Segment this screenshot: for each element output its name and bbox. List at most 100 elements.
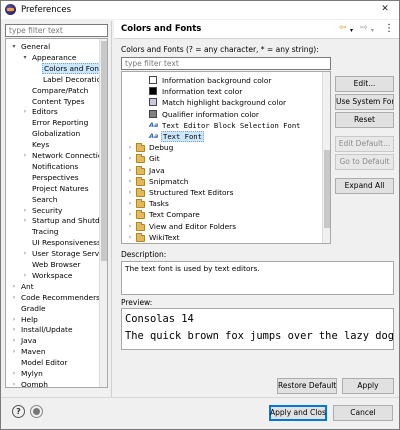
apply-and-close-button[interactable]: Apply and Close — [269, 405, 327, 421]
collapsed-chevron-icon[interactable]: › — [10, 335, 18, 346]
nav-item[interactable]: Perspectives — [6, 172, 101, 183]
collapsed-chevron-icon[interactable]: › — [10, 368, 18, 379]
collapsed-chevron-icon[interactable]: › — [21, 205, 29, 216]
nav-item[interactable]: › Startup and Shutdo — [6, 215, 104, 226]
setting-item[interactable]: Match highlight background color — [122, 97, 322, 108]
collapsed-chevron-icon[interactable]: › — [21, 248, 29, 259]
edit-default-button[interactable]: Edit Default... — [335, 136, 394, 152]
collapsed-chevron-icon[interactable]: › — [126, 176, 134, 187]
category-item[interactable]: › Java — [122, 165, 322, 176]
nav-scrollbar[interactable] — [99, 39, 107, 387]
category-item[interactable]: › Text Compare — [122, 209, 322, 220]
nav-item[interactable]: Notifications — [6, 161, 101, 172]
nav-filter-input[interactable] — [5, 24, 108, 37]
expand-all-button[interactable]: Expand All — [335, 178, 394, 194]
nav-item[interactable]: ▾ General — [6, 41, 101, 52]
category-item[interactable]: › Tasks — [122, 198, 322, 209]
setting-item[interactable]: Aa Text Font — [122, 131, 322, 142]
back-dropdown-icon[interactable]: ▾ — [350, 25, 353, 36]
collapsed-chevron-icon[interactable]: › — [126, 153, 134, 164]
nav-item[interactable]: Gradle — [6, 303, 101, 314]
category-item[interactable]: › View and Editor Folders — [122, 221, 322, 232]
nav-item[interactable]: Error Reporting — [6, 117, 101, 128]
category-item[interactable]: › Structured Text Editors — [122, 187, 322, 198]
collapsed-chevron-icon[interactable]: › — [10, 324, 18, 335]
collapsed-chevron-icon[interactable]: › — [10, 281, 18, 292]
edit-button[interactable]: Edit... — [335, 76, 394, 92]
collapsed-chevron-icon[interactable]: › — [21, 270, 29, 281]
collapsed-chevron-icon[interactable]: › — [10, 314, 18, 325]
category-item[interactable]: › WikiText — [122, 232, 322, 243]
nav-item[interactable]: Project Natures — [6, 183, 101, 194]
setting-item[interactable]: Information background color — [122, 75, 322, 86]
apply-button[interactable]: Apply — [342, 378, 394, 394]
use-system-font-button[interactable]: Use System Font — [335, 94, 394, 110]
view-menu-icon[interactable]: ⋮ — [384, 23, 394, 34]
colors-tree-scroll-thumb[interactable] — [324, 150, 330, 228]
nav-item[interactable]: › Workspace — [6, 270, 101, 281]
setting-item[interactable]: Information text color — [122, 86, 322, 97]
nav-item[interactable]: › Install/Update — [6, 324, 101, 335]
record-icon[interactable] — [30, 405, 43, 418]
sash-divider[interactable] — [111, 21, 112, 397]
nav-item[interactable]: Content Types — [6, 96, 101, 107]
nav-item[interactable]: › Mylyn — [6, 368, 101, 379]
category-item[interactable]: › Git — [122, 153, 322, 164]
collapsed-chevron-icon[interactable]: › — [126, 198, 134, 209]
nav-item[interactable]: › Editors — [6, 106, 101, 117]
nav-item[interactable]: › Code Recommenders — [6, 292, 101, 303]
collapsed-chevron-icon[interactable]: › — [126, 187, 134, 198]
restore-defaults-button[interactable]: Restore Defaults — [277, 378, 337, 394]
collapsed-chevron-icon[interactable]: › — [126, 165, 134, 176]
expanded-chevron-icon[interactable]: ▾ — [21, 52, 29, 63]
cancel-button[interactable]: Cancel — [333, 405, 393, 421]
preference-nav-tree[interactable]: ▾ General ▾ Appearance Colors and Font Label … — [5, 38, 108, 388]
nav-item[interactable]: › Network Connectio — [6, 150, 103, 161]
nav-item[interactable]: › Maven — [6, 346, 101, 357]
collapsed-chevron-icon[interactable]: › — [126, 142, 134, 153]
setting-item[interactable]: Aa Text Editor Block Selection Font — [122, 120, 322, 131]
nav-item[interactable]: Compare/Patch — [6, 85, 101, 96]
nav-item[interactable]: Colors and Font — [6, 62, 104, 74]
category-item[interactable]: › Debug — [122, 142, 322, 153]
collapsed-chevron-icon[interactable]: › — [21, 106, 29, 117]
collapsed-chevron-icon[interactable]: › — [10, 379, 18, 387]
reset-button[interactable]: Reset — [335, 112, 394, 128]
forward-dropdown-icon[interactable]: ▾ — [371, 25, 374, 36]
collapsed-chevron-icon[interactable]: › — [10, 346, 18, 357]
collapsed-chevron-icon[interactable]: › — [126, 232, 134, 243]
colors-filter-input[interactable] — [121, 57, 331, 70]
expanded-chevron-icon[interactable]: ▾ — [10, 41, 18, 52]
nav-item[interactable]: Globalization — [6, 128, 101, 139]
collapsed-chevron-icon[interactable]: › — [126, 221, 134, 232]
nav-item[interactable]: Keys — [6, 139, 101, 150]
nav-item[interactable]: › Help — [6, 314, 101, 325]
nav-scroll-thumb[interactable] — [101, 41, 107, 261]
colors-fonts-tree[interactable]: Information background color Information … — [121, 71, 331, 244]
nav-item[interactable]: › Ant — [6, 281, 101, 292]
nav-item[interactable]: › Java — [6, 335, 101, 346]
back-arrow-icon[interactable]: ⇦ — [339, 23, 347, 34]
nav-item[interactable]: › Security — [6, 205, 101, 216]
collapsed-chevron-icon[interactable]: › — [21, 215, 29, 226]
forward-arrow-icon[interactable]: ⇨ — [360, 23, 368, 34]
nav-item-label: Globalization — [32, 129, 81, 139]
nav-item[interactable]: Search — [6, 194, 101, 205]
collapsed-chevron-icon[interactable]: › — [10, 292, 18, 303]
category-item[interactable]: › Snipmatch — [122, 176, 322, 187]
nav-item[interactable]: Tracing — [6, 226, 101, 237]
setting-item[interactable]: Qualifier information color — [122, 109, 322, 120]
collapsed-chevron-icon[interactable]: › — [126, 209, 134, 220]
help-icon[interactable]: ? — [12, 405, 25, 418]
nav-item[interactable]: › Oomph — [6, 379, 101, 387]
nav-item[interactable]: UI Responsiveness M — [6, 237, 107, 248]
nav-item[interactable]: Web Browser — [6, 259, 101, 270]
collapsed-chevron-icon[interactable]: › — [21, 150, 29, 161]
colors-tree-scrollbar[interactable] — [322, 72, 330, 243]
nav-item[interactable]: Model Editor — [6, 357, 101, 368]
nav-item[interactable]: Label Decoratio — [6, 74, 101, 85]
nav-item[interactable]: › User Storage Servic — [6, 248, 105, 259]
go-to-default-button[interactable]: Go to Default — [335, 154, 394, 170]
nav-item[interactable]: ▾ Appearance — [6, 52, 101, 63]
close-icon[interactable]: ✕ — [379, 3, 391, 16]
